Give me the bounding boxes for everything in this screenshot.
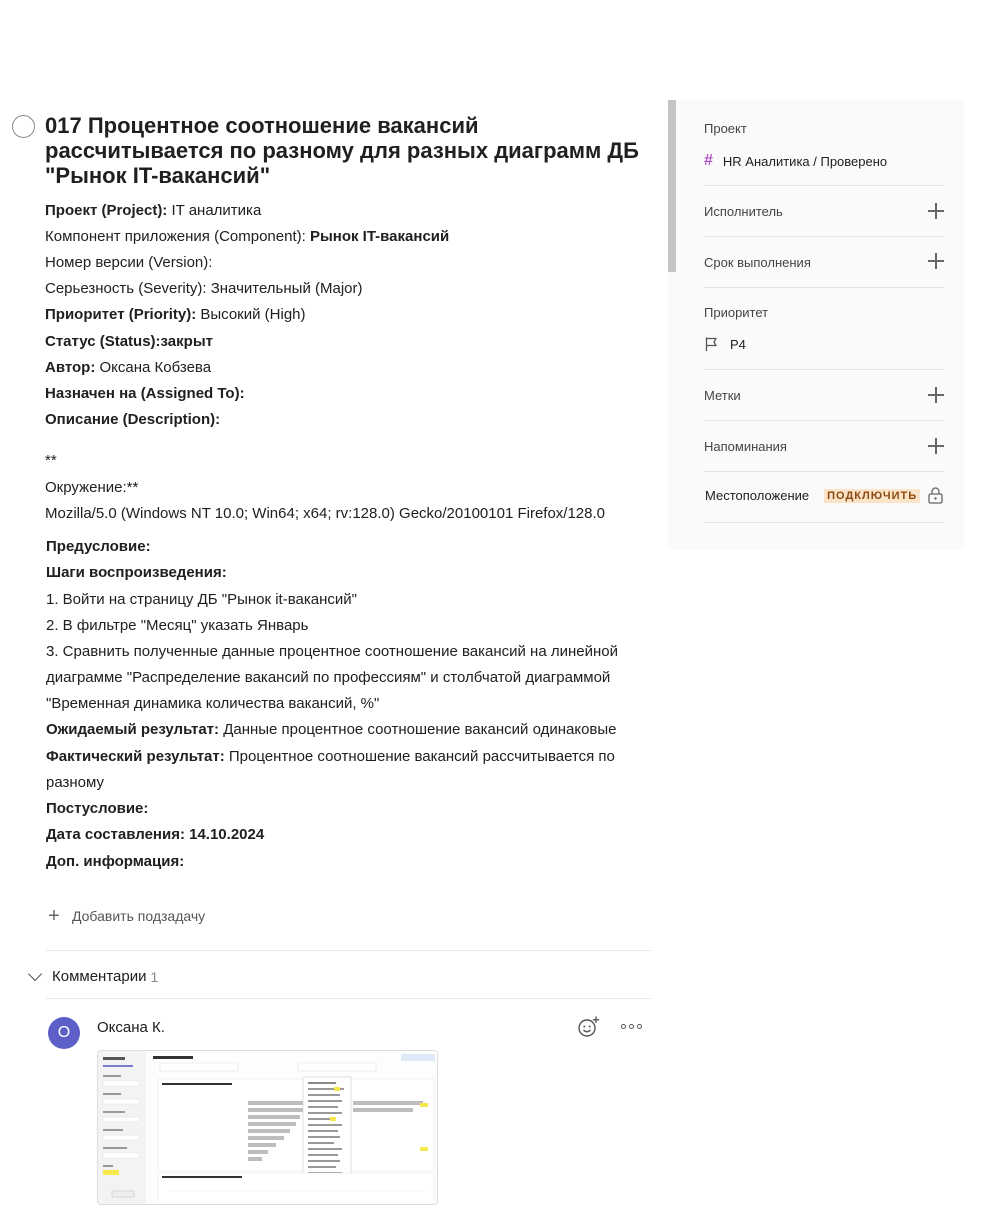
dot-icon	[621, 1023, 626, 1029]
divider	[704, 236, 944, 237]
comments-toggle[interactable]: Комментарии 1	[27, 966, 159, 985]
divider	[704, 522, 944, 523]
postcondition: Постусловие:	[46, 800, 149, 817]
priority-value: P4	[730, 336, 746, 352]
compile-date: Дата составления: 14.10.2024	[46, 826, 265, 843]
sidebar-priority-value[interactable]: P4	[704, 336, 746, 352]
field-value: Высокий (High)	[196, 306, 306, 323]
divider	[46, 950, 651, 951]
field-author: Автор: Оксана Кобзева	[45, 358, 211, 378]
avatar: O	[48, 1017, 80, 1049]
field-value: Рынок IT-вакансий	[309, 228, 450, 245]
field-version: Номер версии (Version):	[45, 254, 213, 271]
field-label: Автор:	[45, 359, 96, 376]
screenshot-thumbnail	[98, 1051, 437, 1204]
sidebar-due-label: Срок выполнения	[704, 255, 811, 270]
extra-info: Доп. информация:	[46, 853, 185, 870]
hash-icon: #	[704, 152, 713, 169]
sidebar-assignee-label: Исполнитель	[704, 204, 783, 219]
field-status: Статус (Status):закрыт	[45, 333, 213, 350]
comment-attachment-image[interactable]	[97, 1050, 438, 1205]
expected-result: Ожидаемый результат: Данные процентное с…	[46, 720, 617, 740]
add-subtask-button[interactable]: + Добавить подзадачу	[46, 906, 205, 926]
field-value: IT аналитика	[167, 202, 262, 219]
step-1: 1. Войти на страницу ДБ "Рынок it-ваканс…	[46, 591, 357, 608]
sidebar-location-row[interactable]: Местоположение ПОДКЛЮЧИТЬ	[705, 488, 921, 503]
comments-count: 1	[150, 968, 159, 985]
field-label: Проект (Project):	[45, 202, 168, 219]
complete-task-checkbox[interactable]	[12, 115, 35, 138]
divider	[704, 471, 944, 472]
lock-icon	[928, 487, 943, 504]
location-label: Местоположение	[705, 488, 810, 503]
steps-title: Шаги воспроизведения:	[46, 564, 227, 581]
divider	[704, 420, 944, 421]
field-project: Проект (Project): IT аналитика	[45, 201, 261, 221]
field-description: Описание (Description):	[45, 411, 221, 428]
flag-icon	[705, 337, 717, 351]
dot-icon	[637, 1023, 642, 1029]
dot-icon	[629, 1023, 634, 1029]
field-label: Ожидаемый результат:	[46, 721, 220, 738]
env-stars: **	[45, 452, 57, 469]
scrollbar[interactable]	[668, 100, 676, 272]
sidebar-reminders-label: Напоминания	[704, 439, 787, 454]
field-value: Оксана Кобзева	[95, 359, 212, 376]
task-title[interactable]: 017 Процентное соотношение вакансий расс…	[45, 113, 657, 188]
comment-author: Оксана К.	[97, 1019, 165, 1036]
add-due-date-button[interactable]	[927, 252, 945, 270]
step-2: 2. В фильтре "Месяц" указать Январь	[46, 617, 309, 634]
comments-title: Комментарии	[52, 968, 147, 985]
divider	[46, 998, 651, 999]
field-assigned: Назначен на (Assigned To):	[45, 385, 245, 402]
sidebar-labels-label: Метки	[704, 388, 741, 403]
env-user-agent: Mozilla/5.0 (Windows NT 10.0; Win64; x64…	[45, 505, 606, 522]
divider	[704, 287, 944, 288]
add-reaction-icon	[578, 1016, 600, 1037]
sidebar-priority-label: Приоритет	[704, 305, 769, 320]
sidebar-project-label: Проект	[704, 121, 747, 136]
project-name: HR Аналитика / Проверено	[722, 153, 888, 169]
plus-icon: +	[48, 905, 60, 927]
add-reaction-button[interactable]	[577, 1015, 601, 1039]
field-priority: Приоритет (Priority): Высокий (High)	[45, 305, 306, 325]
step-3: 3. Сравнить полученные данные процентное…	[46, 643, 618, 712]
divider	[704, 185, 944, 186]
chevron-down-icon	[27, 966, 43, 981]
precondition: Предусловие:	[46, 538, 151, 555]
actual-result: Фактический результат: Процентное соотно…	[46, 744, 651, 796]
field-label: Компонент приложения (Component):	[45, 228, 310, 245]
field-label: Фактический результат:	[46, 748, 225, 765]
divider	[704, 369, 944, 370]
field-component: Компонент приложения (Component): Рынок …	[45, 227, 449, 247]
env-label: Окружение:**	[45, 479, 139, 496]
sidebar-project-value[interactable]: # HR Аналитика / Проверено	[704, 152, 887, 170]
add-reminder-button[interactable]	[927, 437, 945, 455]
add-subtask-label: Добавить подзадачу	[72, 908, 206, 924]
add-assignee-button[interactable]	[927, 202, 945, 220]
field-severity: Серьезность (Severity): Значительный (Ma…	[45, 280, 363, 297]
more-actions-button[interactable]	[621, 1018, 645, 1034]
field-value: Данные процентное соотношение вакансий о…	[219, 721, 617, 738]
add-label-button[interactable]	[927, 386, 945, 404]
field-label: Приоритет (Priority):	[45, 306, 197, 323]
connect-badge[interactable]: ПОДКЛЮЧИТЬ	[824, 488, 921, 503]
